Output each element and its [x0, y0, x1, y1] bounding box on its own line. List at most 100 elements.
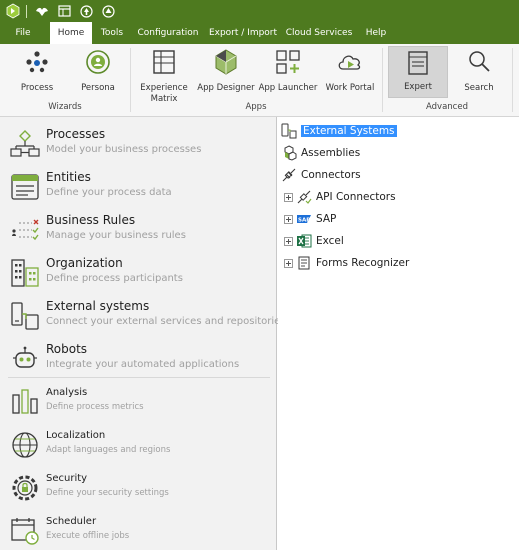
nav-item-subtitle: Define process metrics: [46, 402, 144, 412]
tree-node-label: Excel: [316, 235, 344, 247]
tab-export-import[interactable]: Export / Import: [207, 22, 279, 44]
nav-item-title: Security: [46, 473, 88, 484]
tab-file[interactable]: File: [8, 22, 38, 44]
expand-toggle-icon[interactable]: [284, 214, 293, 224]
nav-item-subtitle: Adapt languages and regions: [46, 445, 171, 455]
nav-item-title: Processes: [46, 127, 106, 141]
app-designer-label: App Designer: [197, 83, 255, 93]
nav-item-subtitle: Manage your business rules: [46, 230, 186, 241]
tree-node-api-connectors[interactable]: API Connectors: [284, 188, 396, 206]
tree-node-label: External Systems: [301, 125, 397, 137]
nav-item-title: Entities: [46, 170, 91, 184]
tab-cloud-services[interactable]: Cloud Services: [285, 22, 353, 44]
api-connectors-icon: [297, 190, 312, 204]
nav-item-title: Robots: [46, 342, 88, 356]
expert-icon: [408, 51, 428, 75]
ribbon-group-apps: Apps: [245, 102, 267, 112]
assemblies-icon: [284, 145, 297, 161]
nav-item-subtitle: Model your business processes: [46, 144, 202, 155]
nav-item-title: Localization: [46, 430, 106, 441]
work-portal-label: Work Portal: [325, 83, 375, 93]
title-bar: [0, 0, 519, 22]
external-systems-icon: [11, 302, 39, 330]
app-launcher-label: App Launcher: [258, 83, 318, 93]
app-designer-button[interactable]: App Designer: [196, 48, 256, 98]
processes-icon: [10, 130, 40, 157]
connectors-icon: [282, 168, 296, 182]
ribbon-group-wizards: Wizards: [48, 102, 82, 112]
bird-icon[interactable]: [33, 2, 51, 20]
nav-item-organization[interactable]: Organization Define process participants: [0, 256, 277, 292]
nav-item-title: Analysis: [46, 387, 88, 398]
svg-text:SAP: SAP: [298, 217, 310, 223]
tree-node-label: Forms Recognizer: [316, 257, 410, 269]
analysis-icon: [12, 389, 38, 414]
expert-button[interactable]: Expert: [388, 46, 448, 98]
forms-recognizer-icon: [298, 256, 310, 270]
external-systems-tree: External Systems Assemblies Connectors A…: [278, 117, 519, 550]
expand-toggle-icon[interactable]: [284, 258, 293, 268]
app-logo-icon: [4, 2, 22, 20]
nav-item-analysis[interactable]: Analysis Define process metrics: [0, 387, 277, 419]
sap-icon: SAP: [297, 215, 311, 223]
nav-item-external-systems[interactable]: External systems Connect your external s…: [0, 299, 286, 335]
nav-item-title: Business Rules: [46, 213, 136, 227]
tree-node-external-systems[interactable]: External Systems: [281, 122, 397, 140]
experience-matrix-button[interactable]: Experience Matrix: [138, 48, 190, 104]
scheduler-icon: [11, 518, 39, 545]
nav-item-business-rules[interactable]: Business Rules Manage your business rule…: [0, 213, 277, 249]
nav-item-subtitle: Integrate your automated applications: [46, 359, 240, 370]
expand-toggle-icon[interactable]: [284, 192, 293, 202]
app-launcher-button[interactable]: App Launcher: [258, 48, 318, 98]
tab-help[interactable]: Help: [362, 22, 390, 44]
nav-item-security[interactable]: Security Define your security settings: [0, 473, 277, 505]
work-portal-button[interactable]: Work Portal: [322, 48, 378, 98]
tab-tools[interactable]: Tools: [96, 22, 128, 44]
external-systems-icon: [281, 123, 297, 139]
nav-item-entities[interactable]: Entities Define your process data: [0, 170, 277, 206]
nav-item-subtitle: Define your security settings: [46, 488, 169, 498]
process-label: Process: [20, 83, 54, 93]
localization-icon: [12, 432, 38, 458]
tree-node-assemblies[interactable]: Assemblies: [281, 144, 360, 162]
process-icon: [26, 51, 48, 73]
search-label: Search: [464, 83, 494, 93]
nav-item-title: Organization: [46, 256, 123, 270]
persona-button[interactable]: Persona: [74, 48, 122, 98]
app-designer-icon: [215, 49, 237, 75]
tree-node-forms-recognizer[interactable]: Forms Recognizer: [284, 254, 409, 272]
organization-icon: [11, 259, 39, 287]
nav-item-subtitle: Define your process data: [46, 187, 172, 198]
nav-divider: [8, 377, 270, 378]
nav-item-subtitle: Connect your external services and repos…: [46, 316, 286, 327]
tree-node-label: API Connectors: [316, 191, 396, 203]
window-icon[interactable]: [55, 2, 73, 20]
security-icon: [12, 475, 38, 501]
app-launcher-icon: [276, 50, 300, 74]
search-button[interactable]: Search: [454, 48, 504, 98]
ribbon-divider: [512, 48, 513, 112]
ribbon: Process Persona Wizards Experience Matrix…: [0, 44, 519, 117]
process-button[interactable]: Process: [12, 48, 62, 98]
search-icon: [469, 51, 490, 72]
business-rules-icon: [12, 219, 39, 241]
tab-home[interactable]: Home: [50, 22, 92, 44]
tree-node-connectors[interactable]: Connectors: [281, 166, 361, 184]
expert-label: Expert: [404, 82, 432, 92]
tree-node-sap[interactable]: SAP SAP: [284, 210, 336, 228]
tab-configuration[interactable]: Configuration: [134, 22, 202, 44]
nav-item-localization[interactable]: Localization Adapt languages and regions: [0, 430, 277, 462]
upload-icon[interactable]: [77, 2, 95, 20]
quick-access-divider: [26, 4, 27, 18]
robots-icon: [13, 346, 37, 368]
experience-matrix-icon: [153, 50, 175, 74]
nav-item-processes[interactable]: Processes Model your business processes: [0, 127, 277, 163]
publish-icon[interactable]: [99, 2, 117, 20]
tree-node-excel[interactable]: Excel: [284, 232, 344, 250]
nav-item-subtitle: Define process participants: [46, 273, 183, 284]
work-portal-icon: [338, 55, 361, 70]
nav-item-scheduler[interactable]: Scheduler Execute offline jobs: [0, 516, 277, 548]
nav-item-robots[interactable]: Robots Integrate your automated applicat…: [0, 342, 277, 378]
tree-node-label: SAP: [316, 213, 337, 225]
expand-toggle-icon[interactable]: [284, 236, 293, 246]
